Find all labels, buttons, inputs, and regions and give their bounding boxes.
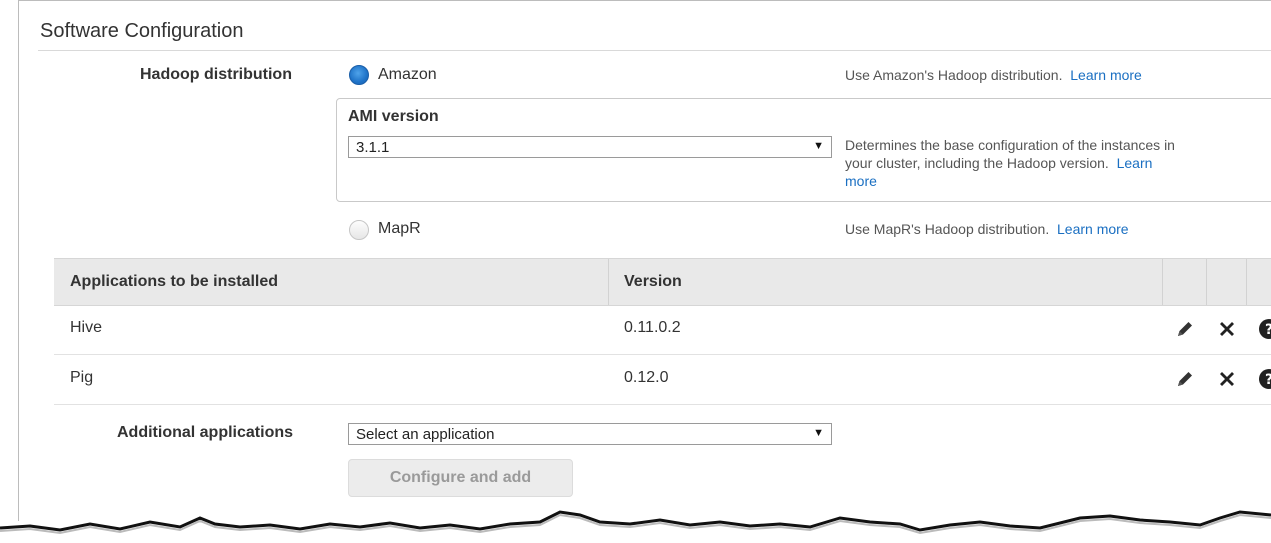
additional-applications-select[interactable]: Select an application ▼ xyxy=(348,423,832,445)
ami-help-line-2: your cluster, including the Hadoop versi… xyxy=(845,155,1109,171)
ami-version-label: AMI version xyxy=(348,108,439,125)
col-header-version: Version xyxy=(624,273,682,290)
svg-text:?: ? xyxy=(1265,372,1271,388)
radio-mapr-label: MapR xyxy=(378,220,421,237)
radio-amazon[interactable] xyxy=(349,65,369,85)
app-version: 0.11.0.2 xyxy=(624,319,681,336)
app-version: 0.12.0 xyxy=(624,369,669,386)
column-divider xyxy=(1162,259,1163,305)
amazon-help-text: Use Amazon's Hadoop distribution. xyxy=(845,67,1063,83)
svg-text:?: ? xyxy=(1265,322,1271,338)
mapr-help: Use MapR's Hadoop distribution. Learn mo… xyxy=(845,220,1129,238)
help-icon[interactable]: ? xyxy=(1258,318,1271,340)
ami-learn-more-link-part1[interactable]: Learn xyxy=(1117,155,1153,171)
dropdown-arrow-icon: ▼ xyxy=(813,140,824,152)
table-row: Hive 0.11.0.2 ? xyxy=(54,304,1271,355)
pencil-icon[interactable] xyxy=(1174,318,1196,340)
ami-help-line-2-wrap: your cluster, including the Hadoop versi… xyxy=(845,154,1265,172)
table-row: Pig 0.12.0 ? xyxy=(54,354,1271,405)
column-divider xyxy=(1206,259,1207,305)
ami-help: Determines the base configuration of the… xyxy=(845,136,1265,190)
section-title: Software Configuration xyxy=(40,20,244,42)
divider xyxy=(38,50,1271,51)
apps-table-header: Applications to be installed Version xyxy=(54,258,1271,306)
amazon-learn-more-link[interactable]: Learn more xyxy=(1070,67,1142,83)
hadoop-distribution-label: Hadoop distribution xyxy=(140,66,292,83)
column-divider xyxy=(1246,259,1247,305)
ami-version-value: 3.1.1 xyxy=(356,139,390,156)
pencil-icon[interactable] xyxy=(1174,368,1196,390)
radio-amazon-label: Amazon xyxy=(378,66,437,83)
col-header-application: Applications to be installed xyxy=(70,273,279,290)
torn-edge-decoration xyxy=(0,510,1271,543)
close-icon[interactable] xyxy=(1216,368,1238,390)
ami-learn-more-link-part2[interactable]: more xyxy=(845,173,877,189)
app-name: Hive xyxy=(70,319,103,336)
close-icon[interactable] xyxy=(1216,318,1238,340)
select-application-value: Select an application xyxy=(356,426,495,443)
mapr-help-text: Use MapR's Hadoop distribution. xyxy=(845,221,1050,237)
radio-mapr[interactable] xyxy=(349,220,369,240)
mapr-learn-more-link[interactable]: Learn more xyxy=(1057,221,1129,237)
additional-applications-label: Additional applications xyxy=(117,424,294,441)
dropdown-arrow-icon: ▼ xyxy=(813,427,824,439)
column-divider xyxy=(608,259,609,305)
amazon-help: Use Amazon's Hadoop distribution. Learn … xyxy=(845,66,1142,84)
ami-version-select[interactable]: 3.1.1 ▼ xyxy=(348,136,832,158)
app-name: Pig xyxy=(70,369,94,386)
configure-and-add-button[interactable]: Configure and add xyxy=(348,459,573,497)
ami-help-line-1: Determines the base configuration of the… xyxy=(845,137,1175,153)
help-icon[interactable]: ? xyxy=(1258,368,1271,390)
